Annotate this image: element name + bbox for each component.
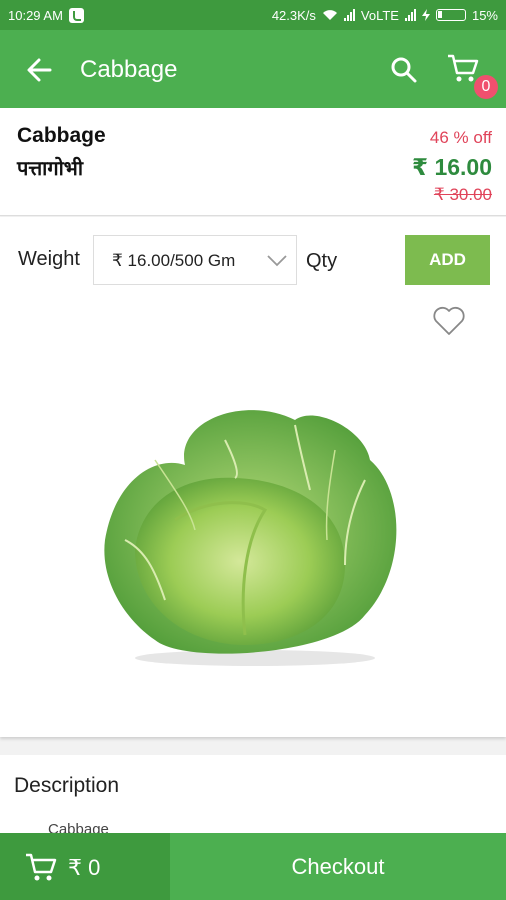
checkout-button[interactable]: Checkout (170, 833, 506, 900)
weight-label: Weight (18, 248, 80, 270)
search-icon[interactable] (390, 56, 418, 84)
chevron-down-icon (267, 255, 287, 267)
original-price: ₹ 30.00 (433, 185, 492, 204)
product-image (104, 410, 397, 666)
cart-icon (26, 853, 57, 881)
app-bar: Cabbage 0 (0, 30, 506, 108)
product-name: Cabbage (17, 124, 106, 147)
battery-icon (435, 9, 466, 21)
product-card: Weight ₹ 16.00/500 Gm Qty ADD (0, 217, 506, 737)
call-notification-icon (68, 7, 84, 23)
status-time: 10:29 AM (8, 7, 63, 23)
add-button[interactable]: ADD (405, 235, 490, 285)
qty-label: Qty (306, 250, 338, 272)
product-name-hindi: पत्तागोभी (17, 158, 84, 180)
weight-dropdown[interactable]: ₹ 16.00/500 Gm (93, 235, 297, 285)
charging-icon (421, 9, 430, 21)
signal-icon-2 (404, 9, 416, 21)
discount-label: 46 % off (429, 128, 492, 147)
bottom-cart-button[interactable]: ₹ 0 (0, 833, 170, 900)
network-type: VoLTE (360, 7, 399, 23)
product-price: ₹ 16.00 (412, 154, 492, 180)
page-title: Cabbage (80, 56, 178, 83)
product-header: Cabbage पत्तागोभी 46 % off ₹ 16.00 ₹ 30.… (0, 108, 506, 216)
battery-level: 15% (471, 7, 498, 23)
description-title: Description (14, 774, 120, 797)
signal-icon (343, 9, 355, 21)
weight-selected-value: ₹ 16.00/500 Gm (112, 251, 236, 270)
network-speed: 42.3K/s (271, 7, 316, 23)
cart-icon[interactable] (446, 52, 480, 84)
bottom-bar: ₹ 0 Checkout (0, 833, 506, 900)
cart-total: ₹ 0 (68, 855, 101, 880)
wifi-icon (322, 10, 337, 20)
back-arrow-icon[interactable] (26, 57, 52, 83)
status-bar: 10:29 AM 42.3K/s VoLTE 15% (0, 0, 506, 30)
cart-count-badge: 0 (474, 75, 498, 99)
heart-icon[interactable] (432, 305, 466, 337)
